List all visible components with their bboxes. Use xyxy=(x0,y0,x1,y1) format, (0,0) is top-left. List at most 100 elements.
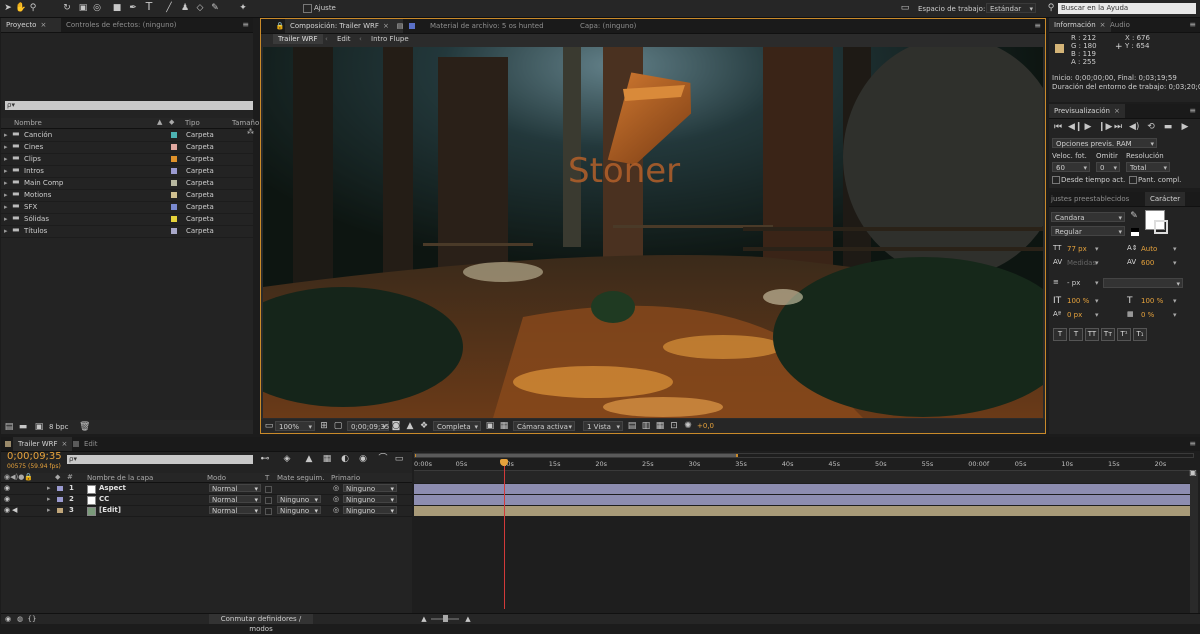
column-type[interactable]: Tipo xyxy=(185,119,200,127)
tab-layer[interactable]: Capa: (ninguno) xyxy=(575,19,641,33)
expand-arrow-icon[interactable]: ▸ xyxy=(4,177,8,189)
eraser-tool-icon[interactable]: ◇ xyxy=(195,2,205,14)
column-mode[interactable]: Modo xyxy=(207,474,226,482)
panel-menu-icon[interactable]: ≡ xyxy=(1189,106,1196,115)
interpret-footage-icon[interactable]: ▤ xyxy=(4,421,14,433)
puppet-tool-icon[interactable]: ✦ xyxy=(238,2,248,14)
font-size-value[interactable]: 77 px xyxy=(1067,245,1087,253)
zoom-out-icon[interactable]: ▲ xyxy=(419,613,429,625)
rotate-tool-icon[interactable]: ↻ xyxy=(62,2,72,14)
label-swatch[interactable] xyxy=(171,180,177,186)
visibility-eye-icon[interactable]: ◉ xyxy=(4,483,10,494)
close-icon[interactable]: × xyxy=(383,22,389,30)
zoom-in-icon[interactable]: ▲ xyxy=(463,613,473,625)
selection-tool-icon[interactable]: ➤ xyxy=(3,2,13,14)
in-out-stretch-icon[interactable]: {} xyxy=(27,613,37,625)
tab-character[interactable]: Carácter xyxy=(1145,192,1186,206)
expand-arrow-icon[interactable]: ▸ xyxy=(4,153,8,165)
expand-arrow-icon[interactable]: ▸ xyxy=(4,189,8,201)
tab-composition[interactable]: Composición: Trailer WRF × xyxy=(285,19,403,33)
layer-mode-select[interactable]: Normal ▾ xyxy=(209,484,261,493)
lock-icon[interactable]: 🔒 xyxy=(275,20,285,32)
expand-arrow-icon[interactable]: ▸ xyxy=(4,213,8,225)
workspace-select[interactable]: Estándar xyxy=(986,3,1036,14)
layer-duration-bar[interactable] xyxy=(414,495,1190,505)
ram-options-select[interactable]: Opciones previs. RAM xyxy=(1052,138,1157,149)
text-style-button[interactable]: Tᴛ xyxy=(1101,328,1115,341)
transfer-controls-icon[interactable]: ◍ xyxy=(15,613,25,625)
close-icon[interactable]: × xyxy=(40,21,46,29)
frame-blending-icon[interactable]: ▦ xyxy=(321,453,333,465)
zoom-select[interactable]: 100% xyxy=(275,421,315,432)
layer-mode-select[interactable]: Normal ▾ xyxy=(209,495,261,504)
tab-trailer-wrf[interactable]: Trailer WRF × xyxy=(13,437,73,451)
region-of-interest-icon[interactable]: ▣ xyxy=(485,420,495,432)
new-folder-icon[interactable]: ▬ xyxy=(18,421,28,433)
panel-menu-icon[interactable]: ≡ xyxy=(1034,21,1041,30)
preserve-transparency-checkbox[interactable] xyxy=(265,497,272,504)
column-name[interactable]: Nombre xyxy=(14,119,42,127)
layer-label-swatch[interactable] xyxy=(57,486,63,491)
stroke-type-select[interactable] xyxy=(1103,278,1183,289)
label-swatch[interactable] xyxy=(171,132,177,138)
motion-blur-icon[interactable]: ◐ xyxy=(339,453,351,465)
text-style-button[interactable]: T¹ xyxy=(1117,328,1131,341)
rectangle-tool-icon[interactable]: ■ xyxy=(112,2,122,14)
views-select[interactable]: 1 Vista xyxy=(583,421,623,432)
stroke-width-value[interactable]: - px xyxy=(1067,279,1080,287)
label-swatch[interactable] xyxy=(171,216,177,222)
roto-brush-tool-icon[interactable]: ✎ xyxy=(210,2,220,14)
parent-select[interactable]: Ninguno ▾ xyxy=(343,484,397,493)
fullscreen-checkbox[interactable] xyxy=(1129,176,1137,184)
label-swatch[interactable] xyxy=(171,204,177,210)
expand-arrow-icon[interactable]: ▸ xyxy=(4,141,8,153)
font-style-select[interactable]: Regular xyxy=(1051,226,1125,237)
visibility-eye-icon[interactable]: ◉ xyxy=(4,505,10,516)
pick-whip-icon[interactable]: ◎ xyxy=(333,505,339,516)
audio-icon[interactable]: ◀) xyxy=(1129,121,1139,133)
font-family-select[interactable]: Candara xyxy=(1051,212,1125,223)
tab-audio[interactable]: Audio xyxy=(1105,18,1135,32)
zoom-tool-icon[interactable]: ⚲ xyxy=(28,2,38,14)
close-icon[interactable]: × xyxy=(62,440,68,448)
visibility-eye-icon[interactable]: ◉ xyxy=(4,494,10,505)
breadcrumb-item-intro[interactable]: Intro Flupe xyxy=(371,35,409,43)
column-t[interactable]: T xyxy=(265,474,269,482)
label-swatch[interactable] xyxy=(171,228,177,234)
next-frame-icon[interactable]: ❙▶ xyxy=(1098,121,1112,133)
ram-preview-icon[interactable]: ▬ xyxy=(1161,121,1175,133)
hand-tool-icon[interactable]: ✋ xyxy=(15,2,26,14)
preview-resolution-select[interactable]: Total xyxy=(1126,162,1170,173)
track-matte-select[interactable]: Ninguno ▾ xyxy=(277,506,321,515)
toggle-pixel-aspect-icon[interactable]: ▤ xyxy=(627,420,637,432)
comp-mini-flowchart-icon[interactable]: ⊷ xyxy=(259,453,271,465)
white-swatch[interactable] xyxy=(1131,232,1139,236)
project-search-input[interactable]: ρ▾ xyxy=(5,101,253,110)
tab-project[interactable]: Proyecto × xyxy=(1,18,61,32)
pick-whip-icon[interactable]: ◎ xyxy=(333,483,339,494)
panel-menu-icon[interactable]: ≡ xyxy=(1189,439,1196,448)
zoom-slider-thumb[interactable] xyxy=(443,615,448,622)
label-swatch[interactable] xyxy=(171,144,177,150)
layer-label-swatch[interactable] xyxy=(57,497,63,502)
clone-stamp-tool-icon[interactable]: ♟ xyxy=(180,2,190,14)
timeline-ruler-area[interactable]: 0:00s 05s 10s 15s 20s 25s 30s 35s 40s 45s 50s 55s 00… xyxy=(412,451,1200,623)
expand-arrow-icon[interactable]: ▸ xyxy=(47,483,51,494)
tab-effect-controls[interactable]: Controles de efectos: (ninguno) xyxy=(61,18,182,32)
layer-name[interactable]: [Edit] xyxy=(99,505,121,516)
timeline-layer-row[interactable]: ◉ ◀ ▸ 3 [Edit] Normal ▾ Ninguno ▾ ◎ Ninguno ▾ xyxy=(1,505,412,517)
draft-3d-icon[interactable]: ◈ xyxy=(281,453,293,465)
layer-duration-bar[interactable] xyxy=(414,484,1190,494)
transparency-grid-icon[interactable]: ▦ xyxy=(499,420,509,432)
eyedropper-icon[interactable]: ✎ xyxy=(1129,210,1139,222)
loop-icon[interactable]: ⟲ xyxy=(1145,121,1157,133)
camera-tool-icon[interactable]: ▣ xyxy=(78,2,88,14)
label-swatch[interactable] xyxy=(171,192,177,198)
leading-value[interactable]: Auto xyxy=(1141,245,1157,253)
pen-tool-icon[interactable]: ✒ xyxy=(128,2,138,14)
timeline-timecode[interactable]: 0;00;09;35 xyxy=(7,451,62,462)
expand-arrow-icon[interactable]: ▸ xyxy=(4,129,8,141)
timeline-scrollbar[interactable] xyxy=(1190,473,1198,618)
text-tool-icon[interactable]: T xyxy=(144,1,154,13)
play-icon[interactable]: ▶ xyxy=(1083,121,1093,133)
